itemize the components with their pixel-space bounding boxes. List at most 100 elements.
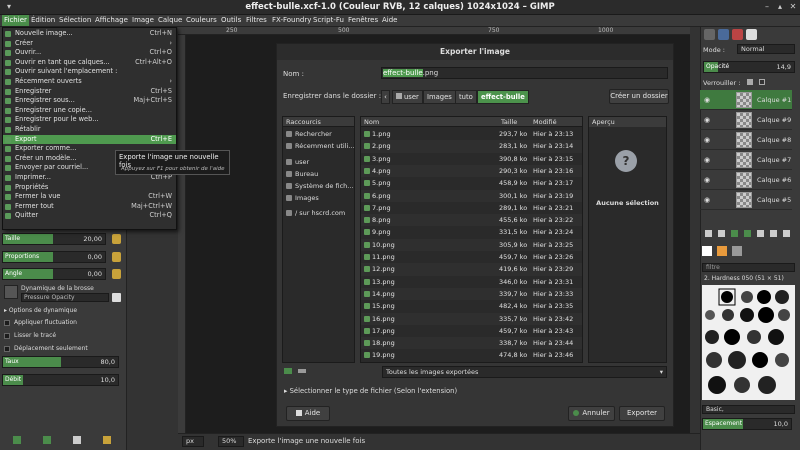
visibility-eye-icon[interactable]: ◉: [704, 96, 710, 104]
col-size[interactable]: Taille: [501, 118, 517, 126]
place-user[interactable]: user: [286, 158, 354, 166]
file-list[interactable]: Nom Taille Modifié 1.png 293,7 ko Hier à 2…: [360, 116, 583, 363]
layer-row[interactable]: ◉ Calque #7: [700, 150, 792, 170]
layer-mode-select[interactable]: Normal: [737, 44, 795, 54]
reset-size-icon[interactable]: [112, 234, 121, 244]
reset-angle-icon[interactable]: [112, 269, 121, 279]
file-row[interactable]: 15.png 482,4 ko Hier à 23:35: [361, 300, 582, 312]
ratio-slider[interactable]: Proportions 0,00: [2, 251, 106, 263]
brush-tag-input[interactable]: Basic,: [702, 405, 795, 414]
file-row[interactable]: 11.png 459,7 ko Hier à 23:26: [361, 251, 582, 263]
file-menu-item[interactable]: Ouvrir suivant l'emplacement :: [3, 67, 176, 77]
file-row[interactable]: 13.png 346,0 ko Hier à 23:31: [361, 276, 582, 288]
size-slider[interactable]: Taille 20,00: [2, 233, 106, 245]
reset-ratio-icon[interactable]: [112, 252, 121, 262]
add-bookmark-icon[interactable]: [284, 368, 292, 374]
delete-layer-icon[interactable]: [783, 230, 790, 237]
layer-row[interactable]: ◉ Calque #5: [700, 190, 792, 210]
file-row[interactable]: 4.png 290,3 ko Hier à 23:16: [361, 164, 582, 178]
visibility-eye-icon[interactable]: ◉: [704, 196, 710, 204]
patterns-tab-icon[interactable]: [717, 246, 727, 256]
gradients-tab-icon[interactable]: [732, 246, 742, 256]
dynamics-select[interactable]: Pressure Opacity: [21, 293, 109, 302]
apply-jitter-checkbox[interactable]: Appliquer fluctuation: [4, 319, 77, 326]
file-row[interactable]: 8.png 455,6 ko Hier à 23:22: [361, 214, 582, 227]
reset-options-icon[interactable]: [103, 436, 111, 444]
delete-options-icon[interactable]: [73, 436, 81, 444]
file-row[interactable]: 6.png 300,1 ko Hier à 23:19: [361, 189, 582, 202]
file-menu-item[interactable]: Fermer tout Maj+Ctrl+W: [3, 202, 176, 212]
duplicate-layer-icon[interactable]: [757, 230, 764, 237]
menu-fichier[interactable]: Fichier: [2, 15, 29, 26]
menu-fx-foundry[interactable]: FX-Foundry: [272, 16, 311, 24]
layer-row[interactable]: ◉ Calque #9: [700, 110, 792, 130]
place-remote[interactable]: / sur hscrd.com: [286, 209, 354, 217]
menu-image[interactable]: Image: [132, 16, 154, 24]
menu-couleurs[interactable]: Couleurs: [186, 16, 217, 24]
opacity-slider[interactable]: Opacité 14,9: [703, 61, 795, 73]
filename-input[interactable]: effect-bulle.png: [381, 67, 668, 79]
menu-edition[interactable]: Édition: [31, 16, 55, 24]
file-row[interactable]: 2.png 283,1 ko Hier à 23:14: [361, 140, 582, 153]
visibility-eye-icon[interactable]: ◉: [704, 116, 710, 124]
menu-outils[interactable]: Outils: [221, 16, 241, 24]
angle-slider[interactable]: Angle 0,00: [2, 268, 106, 280]
file-menu-item[interactable]: Enregistrer une copie...: [3, 106, 176, 116]
file-menu-item[interactable]: Nouvelle image... Ctrl+N: [3, 29, 176, 39]
menu-selection[interactable]: Sélection: [59, 16, 91, 24]
layer-row[interactable]: ◉ Calque #8: [700, 130, 792, 150]
file-filter-select[interactable]: Toutes les images exportées ▾: [382, 366, 667, 378]
zoom-select[interactable]: 50%: [218, 436, 244, 447]
file-row[interactable]: 14.png 339,7 ko Hier à 23:33: [361, 287, 582, 301]
flow-slider[interactable]: Débit 10,0: [2, 374, 119, 386]
file-menu-item[interactable]: Créer ›: [3, 39, 176, 49]
cancel-button[interactable]: Annuler: [568, 406, 615, 421]
place-recent[interactable]: Récemment utili...: [286, 142, 354, 150]
save-options-icon[interactable]: [13, 436, 21, 444]
smooth-stroke-checkbox[interactable]: Lisser le tracé: [4, 332, 56, 339]
file-row[interactable]: 18.png 338,7 ko Hier à 23:44: [361, 337, 582, 350]
file-row[interactable]: 17.png 459,7 ko Hier à 23:43: [361, 325, 582, 337]
incremental-checkbox[interactable]: Déplacement seulement: [4, 345, 88, 352]
file-menu-item[interactable]: Récemment ouverts ›: [3, 77, 176, 87]
path-back-button[interactable]: ‹: [381, 90, 390, 104]
brushes-tab-icon[interactable]: [702, 246, 712, 256]
place-search[interactable]: Rechercher: [286, 130, 354, 138]
menu-aide[interactable]: Aide: [382, 16, 397, 24]
new-layer-icon[interactable]: [705, 230, 712, 237]
file-menu-item[interactable]: Ouvrir... Ctrl+O: [3, 48, 176, 58]
place-filesystem[interactable]: Système de fich...: [286, 182, 354, 190]
restore-options-icon[interactable]: [43, 436, 51, 444]
visibility-eye-icon[interactable]: ◉: [704, 156, 710, 164]
layers-tab-icon[interactable]: [704, 29, 715, 40]
rate-slider[interactable]: Taux 80,0: [2, 356, 119, 368]
lock-pixels-icon[interactable]: [747, 79, 753, 85]
menu-calque[interactable]: Calque: [158, 16, 182, 24]
file-row[interactable]: 1.png 293,7 ko Hier à 23:13: [361, 128, 582, 140]
col-name[interactable]: Nom: [364, 118, 379, 126]
path-images-button[interactable]: Images: [423, 90, 456, 104]
paths-tab-icon[interactable]: [732, 29, 743, 40]
new-group-icon[interactable]: [718, 230, 725, 237]
file-type-expander[interactable]: ▸ Sélectionner le type de fichier (Selon…: [284, 387, 457, 395]
unit-select[interactable]: px: [182, 436, 204, 447]
col-modified[interactable]: Modifié: [533, 118, 557, 126]
visibility-eye-icon[interactable]: ◉: [704, 136, 710, 144]
layer-row[interactable]: ◉ Calque #6: [700, 170, 792, 190]
close-icon[interactable]: ✕: [788, 2, 798, 12]
anchor-layer-icon[interactable]: [770, 230, 777, 237]
remove-bookmark-icon[interactable]: [298, 369, 306, 373]
channels-tab-icon[interactable]: [718, 29, 729, 40]
file-row[interactable]: 3.png 390,8 ko Hier à 23:15: [361, 153, 582, 165]
path-user-button[interactable]: user: [392, 90, 423, 104]
lock-alpha-icon[interactable]: [759, 79, 765, 85]
menu-affichage[interactable]: Affichage: [95, 16, 128, 24]
file-row[interactable]: 9.png 331,5 ko Hier à 23:24: [361, 226, 582, 238]
file-row[interactable]: 12.png 419,6 ko Hier à 23:29: [361, 263, 582, 276]
menu-fenetres[interactable]: Fenêtres: [348, 16, 378, 24]
edit-dynamics-icon[interactable]: [112, 293, 121, 302]
brush-grid[interactable]: [702, 285, 795, 400]
file-menu-item[interactable]: Propriétés: [3, 183, 176, 193]
file-menu-item[interactable]: Fermer la vue Ctrl+W: [3, 192, 176, 202]
file-menu-item[interactable]: Ouvrir en tant que calques... Ctrl+Alt+O: [3, 58, 176, 68]
